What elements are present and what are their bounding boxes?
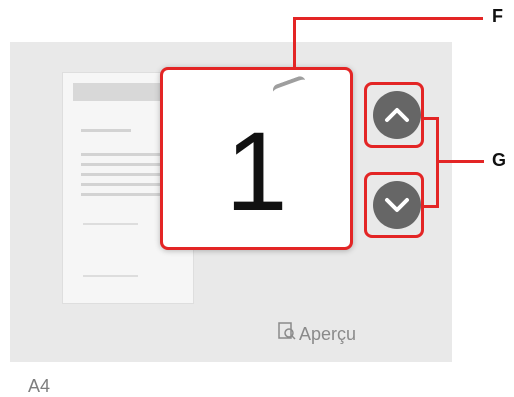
chevron-up-icon <box>385 108 409 122</box>
callout-line-f-horizontal <box>293 17 483 20</box>
doc-header-bar <box>73 83 169 101</box>
doc-line <box>81 129 131 132</box>
preview-button[interactable]: Aperçu <box>277 322 356 346</box>
previous-number-glimpse <box>271 74 309 102</box>
up-arrow-button[interactable] <box>373 91 421 139</box>
paper-size-label: A4 <box>28 376 51 396</box>
preview-label: Aperçu <box>299 324 357 344</box>
page-number-display: 1 <box>160 67 353 250</box>
callout-line-f-vertical <box>293 17 296 69</box>
doc-mini-block <box>83 223 138 277</box>
callout-f: F <box>492 6 503 26</box>
page-number: 1 <box>225 109 288 234</box>
up-arrow-frame <box>364 82 424 148</box>
magnifier-page-icon <box>277 321 297 347</box>
chevron-down-icon <box>385 198 409 212</box>
down-arrow-frame <box>364 172 424 238</box>
callout-g: G <box>492 150 507 170</box>
down-arrow-button[interactable] <box>373 181 421 229</box>
callout-line-g-horizontal <box>436 160 484 163</box>
